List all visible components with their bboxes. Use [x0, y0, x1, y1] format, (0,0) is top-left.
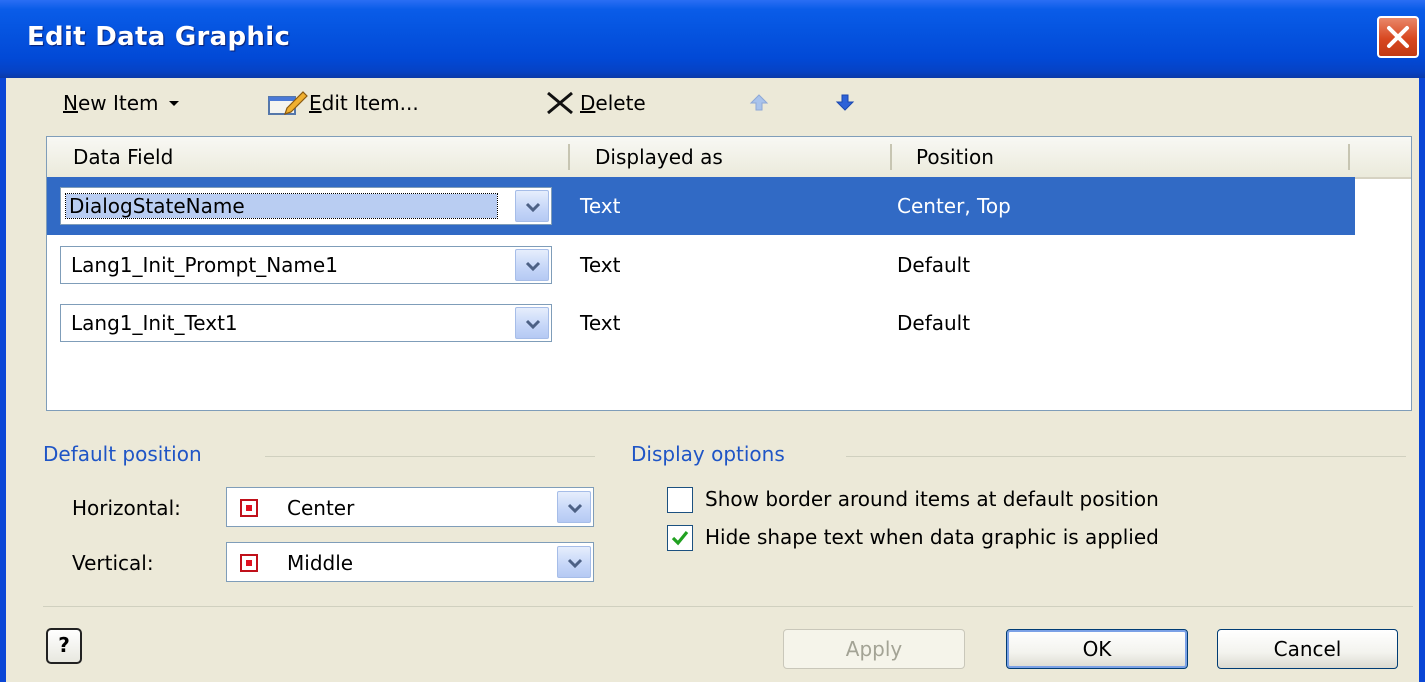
- position-cell: Center, Top: [897, 194, 1011, 218]
- vertical-dropdown-button[interactable]: [557, 546, 591, 578]
- data-field-value: DialogStateName: [65, 193, 498, 219]
- edit-item-accelerator: E: [309, 91, 322, 115]
- column-header-data-field[interactable]: Data Field: [73, 145, 173, 169]
- edit-item-label: dit Item...: [321, 91, 419, 115]
- column-header-position[interactable]: Position: [916, 145, 994, 169]
- data-field-dropdown-button[interactable]: [515, 249, 549, 281]
- group-divider: [846, 456, 1406, 457]
- default-position-group-title: Default position: [43, 442, 202, 466]
- window-frame-left: [0, 78, 6, 682]
- data-field-dropdown-button[interactable]: [515, 307, 549, 339]
- data-field-combo[interactable]: Lang1_Init_Prompt_Name1: [60, 246, 552, 284]
- edit-item-button[interactable]: Edit Item...: [265, 88, 419, 118]
- chevron-down-icon: [525, 319, 541, 330]
- vertical-position-value: Middle: [287, 551, 354, 575]
- column-separator[interactable]: [890, 144, 892, 170]
- delete-x-icon: [547, 91, 573, 115]
- footer-divider: [43, 606, 1413, 607]
- grid-row[interactable]: Lang1_Init_Prompt_Name1 Text Default: [47, 236, 1355, 294]
- horizontal-position-value: Center: [287, 496, 355, 520]
- window-title: Edit Data Graphic: [27, 22, 291, 52]
- group-divider: [265, 456, 595, 457]
- new-item-label: ew Item: [77, 91, 159, 115]
- new-item-button[interactable]: New Item: [63, 88, 181, 118]
- move-up-button[interactable]: [748, 88, 770, 118]
- data-field-value: Lang1_Init_Text1: [71, 311, 238, 335]
- move-down-button[interactable]: [834, 88, 856, 118]
- checkmark-icon: [671, 530, 689, 546]
- position-icon: [240, 499, 258, 517]
- close-button[interactable]: [1377, 16, 1419, 58]
- help-icon: ?: [58, 633, 70, 657]
- grid-header: Data Field Displayed as Position: [47, 137, 1411, 179]
- delete-label: elete: [595, 91, 646, 115]
- delete-accelerator: D: [580, 91, 596, 115]
- dropdown-arrow-icon: [168, 101, 179, 106]
- title-bar: Edit Data Graphic: [0, 0, 1425, 78]
- data-field-dropdown-button[interactable]: [515, 190, 549, 222]
- data-field-value: Lang1_Init_Prompt_Name1: [71, 253, 338, 277]
- arrow-up-icon: [749, 94, 769, 111]
- horizontal-label: Horizontal:: [72, 496, 181, 520]
- grid-row[interactable]: DialogStateName Text Center, Top: [47, 177, 1355, 235]
- chevron-down-icon: [525, 202, 541, 213]
- cancel-button[interactable]: Cancel: [1217, 629, 1398, 669]
- show-border-checkbox[interactable]: [667, 487, 693, 513]
- position-cell: Default: [897, 311, 971, 335]
- column-header-displayed-as[interactable]: Displayed as: [595, 145, 723, 169]
- hide-shape-text-label[interactable]: Hide shape text when data graphic is app…: [705, 525, 1159, 549]
- help-button[interactable]: ?: [46, 628, 82, 664]
- position-icon: [240, 554, 258, 572]
- vertical-position-select[interactable]: Middle: [226, 542, 594, 582]
- grid-row[interactable]: Lang1_Init_Text1 Text Default: [47, 294, 1355, 352]
- data-graphic-items-grid: Data Field Displayed as Position DialogS…: [46, 136, 1412, 411]
- arrow-down-icon: [835, 94, 855, 111]
- data-field-combo[interactable]: DialogStateName: [60, 187, 552, 225]
- position-cell: Default: [897, 253, 971, 277]
- displayed-as-cell: Text: [580, 253, 621, 277]
- show-border-label[interactable]: Show border around items at default posi…: [705, 487, 1159, 511]
- display-options-group-title: Display options: [631, 442, 785, 466]
- data-field-combo[interactable]: Lang1_Init_Text1: [60, 304, 552, 342]
- edit-icon: [268, 91, 308, 115]
- chevron-down-icon: [567, 558, 583, 569]
- apply-button[interactable]: Apply: [783, 629, 965, 669]
- window-frame-right: [1419, 78, 1425, 682]
- horizontal-position-select[interactable]: Center: [226, 487, 594, 527]
- ok-button[interactable]: OK: [1006, 629, 1188, 669]
- displayed-as-cell: Text: [580, 194, 621, 218]
- column-separator[interactable]: [1348, 144, 1350, 170]
- chevron-down-icon: [525, 261, 541, 272]
- displayed-as-cell: Text: [580, 311, 621, 335]
- vertical-label: Vertical:: [72, 551, 154, 575]
- chevron-down-icon: [567, 503, 583, 514]
- horizontal-dropdown-button[interactable]: [557, 491, 591, 523]
- delete-button[interactable]: Delete: [544, 88, 646, 118]
- close-icon: [1387, 26, 1409, 48]
- column-separator[interactable]: [568, 144, 570, 170]
- hide-shape-text-checkbox[interactable]: [667, 525, 693, 551]
- new-item-accelerator: N: [63, 91, 78, 115]
